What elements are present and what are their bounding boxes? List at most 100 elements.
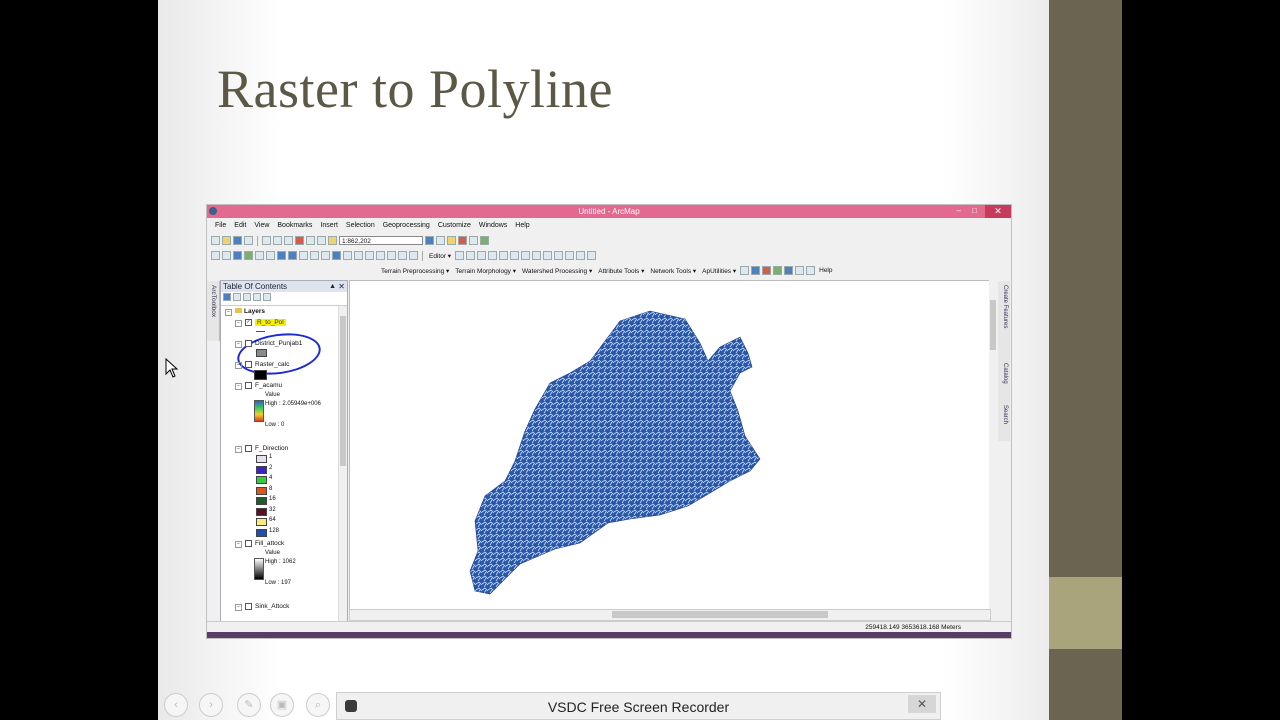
menu-windows[interactable]: Windows	[475, 220, 511, 231]
catalog-window-icon[interactable]	[447, 236, 456, 245]
polyline-symbol[interactable]	[256, 331, 265, 332]
scroll-thumb[interactable]	[612, 611, 828, 618]
polygon-symbol[interactable]	[256, 349, 267, 357]
toc-options-icon[interactable]	[263, 293, 271, 301]
layer-visibility-checkbox[interactable]	[245, 603, 252, 610]
list-by-drawing-order-icon[interactable]	[223, 293, 231, 301]
layer-group-layers[interactable]: − Layers	[225, 308, 265, 316]
layer-visibility-checkbox[interactable]: ✓	[245, 319, 252, 326]
list-by-source-icon[interactable]	[233, 293, 241, 301]
layer-visibility-checkbox[interactable]	[245, 540, 252, 547]
collapse-icon[interactable]: −	[235, 446, 242, 454]
direction-class-swatch[interactable]	[256, 528, 267, 537]
previous-slide-icon[interactable]: ‹	[164, 693, 188, 717]
menu-edit[interactable]: Edit	[230, 220, 250, 231]
sketch-properties-icon[interactable]	[576, 251, 586, 260]
scroll-thumb[interactable]	[340, 316, 346, 466]
zoom-out-icon[interactable]	[222, 251, 231, 260]
menu-view[interactable]: View	[250, 220, 273, 231]
full-extent-icon[interactable]	[244, 251, 253, 260]
arrow-icon[interactable]	[806, 266, 816, 275]
recorder-close-button[interactable]: ✕	[908, 695, 936, 713]
map-view[interactable]	[349, 280, 991, 610]
map-vertical-scrollbar[interactable]	[989, 280, 997, 610]
menu-geoprocessing[interactable]: Geoprocessing	[379, 220, 434, 231]
add-data-icon[interactable]	[328, 236, 337, 245]
straight-segment-icon[interactable]	[466, 251, 476, 260]
html-popup-icon[interactable]	[354, 251, 363, 260]
delete-icon[interactable]	[295, 236, 304, 245]
attribute-tools-menu[interactable]: Attribute Tools ▾	[596, 267, 646, 275]
print-icon[interactable]	[244, 236, 253, 245]
aputilities-menu[interactable]: ApUtilities ▾	[700, 267, 738, 275]
paste-icon[interactable]	[284, 236, 293, 245]
terrain-morphology-menu[interactable]: Terrain Morphology ▾	[453, 267, 518, 275]
menu-bookmarks[interactable]: Bookmarks	[273, 220, 316, 231]
arctoolbox-icon[interactable]	[458, 236, 467, 245]
go-to-xy-icon[interactable]	[398, 251, 407, 260]
pen-icon[interactable]: ✎	[237, 693, 261, 717]
minimize-button[interactable]: –	[957, 206, 961, 215]
attributes-icon[interactable]	[565, 251, 575, 260]
layer-district-punjab1[interactable]: − District_Punjab1	[235, 340, 302, 349]
watershed-processing-menu[interactable]: Watershed Processing ▾	[520, 267, 594, 275]
point-icon[interactable]	[499, 251, 509, 260]
map-horizontal-scrollbar[interactable]	[349, 609, 991, 621]
toc-close-icon[interactable]: ✕	[338, 281, 345, 292]
split-icon[interactable]	[543, 251, 553, 260]
close-window-button[interactable]: ✕	[985, 205, 1011, 218]
direction-class-swatch[interactable]	[256, 497, 267, 505]
time-slider-icon[interactable]	[409, 251, 418, 260]
grayscale-ramp[interactable]	[254, 558, 264, 580]
pin-icon[interactable]: ▲	[329, 281, 336, 292]
find-route-icon[interactable]	[387, 251, 396, 260]
raster-symbol[interactable]	[254, 370, 267, 380]
direction-class-swatch[interactable]	[256, 507, 267, 516]
zoom-icon[interactable]: ⌕	[306, 693, 330, 717]
editor-toolbar-icon[interactable]	[425, 236, 434, 245]
layer-name[interactable]: Raster_calc	[255, 361, 289, 368]
new-icon[interactable]	[211, 236, 220, 245]
layer-visibility-checkbox[interactable]	[245, 361, 252, 368]
menu-file[interactable]: File	[211, 220, 230, 231]
create-features-tab[interactable]: Create Features	[1002, 285, 1008, 328]
modelbuilder-icon[interactable]	[480, 236, 489, 245]
menu-selection[interactable]: Selection	[342, 220, 379, 231]
layer-f-direction[interactable]: − F_Direction	[235, 445, 288, 454]
save-icon[interactable]	[233, 236, 242, 245]
flow-path-tracing-icon[interactable]	[740, 266, 750, 275]
create-features-icon[interactable]	[587, 251, 597, 260]
layer-name[interactable]: Fill_attock	[255, 540, 284, 547]
open-icon[interactable]	[222, 236, 231, 245]
measure-icon[interactable]	[365, 251, 374, 260]
fixed-zoom-out-icon[interactable]	[266, 251, 275, 260]
collapse-icon[interactable]: −	[235, 604, 242, 612]
layer-name[interactable]: R_to_Pol	[255, 319, 286, 327]
direction-class-swatch[interactable]	[256, 486, 267, 495]
arctoolbox-dock-tab[interactable]: ArcToolbox	[207, 281, 220, 341]
next-slide-icon[interactable]: ›	[199, 693, 223, 717]
zoom-in-icon[interactable]	[211, 251, 220, 260]
layer-visibility-checkbox[interactable]	[245, 382, 252, 389]
layer-name[interactable]: District_Punjab1	[255, 340, 302, 347]
direction-class-swatch[interactable]	[256, 476, 267, 484]
end-point-arc-icon[interactable]	[477, 251, 487, 260]
cut-icon[interactable]	[262, 236, 271, 245]
menu-help[interactable]: Help	[511, 220, 533, 231]
rotate-icon[interactable]	[554, 251, 564, 260]
cut-polygons-icon[interactable]	[532, 251, 542, 260]
slides-overview-icon[interactable]: ▣	[270, 693, 294, 717]
identify-icon[interactable]	[332, 251, 341, 260]
reshape-icon[interactable]	[521, 251, 531, 260]
hydro-network-icon[interactable]	[773, 266, 783, 275]
fixed-zoom-in-icon[interactable]	[255, 251, 264, 260]
layer-raster-calc[interactable]: − Raster_calc	[235, 361, 289, 370]
direction-class-swatch[interactable]	[256, 465, 267, 474]
collapse-icon[interactable]: −	[235, 341, 242, 349]
forward-extent-icon[interactable]	[288, 251, 297, 260]
undo-icon[interactable]	[306, 236, 315, 245]
toc-scrollbar[interactable]	[338, 306, 347, 622]
copy-icon[interactable]	[273, 236, 282, 245]
editor-menu[interactable]: Editor ▾	[427, 252, 453, 260]
collapse-icon[interactable]: −	[225, 309, 232, 316]
